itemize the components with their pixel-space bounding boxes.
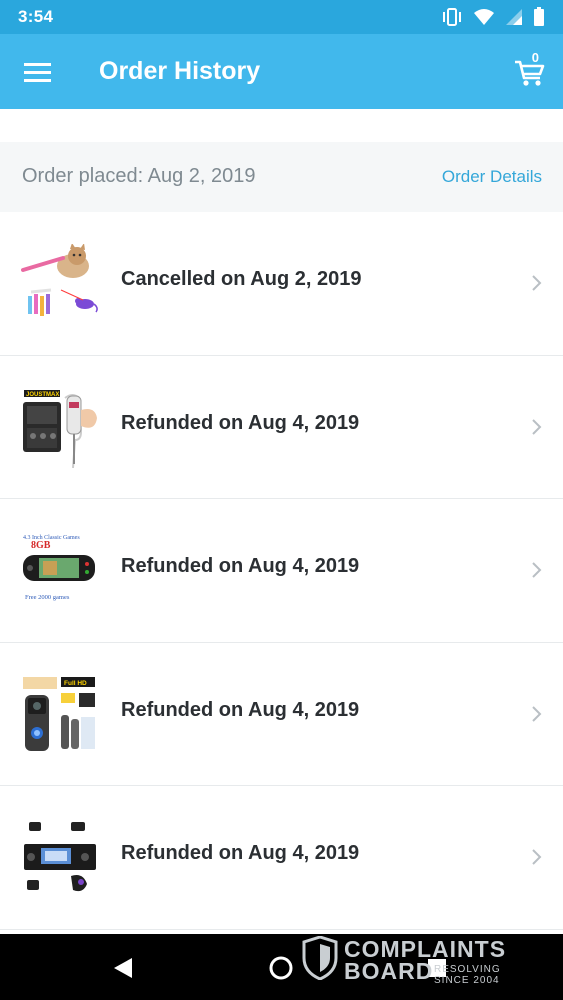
order-details-link[interactable]: Order Details — [442, 167, 542, 187]
order-item-list: Cancelled on Aug 2, 2019 JOUSTMAX Refund… — [0, 212, 563, 930]
order-item-status: Refunded on Aug 4, 2019 — [121, 842, 360, 864]
order-item-status: Refunded on Aug 4, 2019 — [121, 411, 360, 434]
vibrate-icon — [443, 8, 461, 26]
status-bar: 3:54 — [0, 0, 563, 34]
watermark-line-3: RESOLVING SINCE 2004 — [434, 964, 501, 986]
chevron-right-icon — [532, 849, 542, 865]
shield-logo-icon — [302, 936, 338, 980]
order-header: Order placed: Aug 2, 2019 Order Details — [0, 142, 563, 212]
cart-button[interactable]: 0 — [513, 50, 547, 88]
order-item-row[interactable]: Full HD Refunded on Aug 4, 2019 — [0, 642, 563, 786]
order-item-status: Refunded on Aug 4, 2019 — [121, 555, 360, 577]
status-icons — [441, 6, 545, 28]
svg-text:Free 2000 games: Free 2000 games — [25, 594, 70, 601]
chevron-right-icon — [532, 562, 542, 578]
watermark: COMPLAINTS BOARD RESOLVING SINCE 2004 — [302, 936, 532, 986]
svg-text:Full HD: Full HD — [64, 680, 87, 687]
chevron-right-icon — [532, 275, 542, 291]
order-placed-date: Order placed: Aug 2, 2019 — [22, 165, 256, 187]
order-item-row[interactable]: JOUSTMAX Refunded on Aug 4, 2019 — [0, 355, 563, 499]
order-item-row[interactable]: 4.3 Inch Classic Games 8GB Free 2000 gam… — [0, 499, 563, 643]
order-item-status: Cancelled on Aug 2, 2019 — [121, 268, 362, 290]
wifi-icon — [474, 9, 494, 25]
order-item-status: Refunded on Aug 4, 2019 — [121, 698, 360, 721]
status-time: 3:54 — [18, 7, 54, 26]
hamburger-menu-icon — [24, 63, 51, 82]
app-bar: Order History 0 — [0, 34, 563, 109]
watermark-line-2: BOARD — [344, 958, 434, 984]
signal-icon — [506, 9, 522, 25]
cat-laser-toy-thumbnail — [21, 244, 99, 324]
shopping-cart-icon — [515, 60, 545, 86]
chevron-right-icon — [532, 418, 542, 435]
order-item-row[interactable]: Refunded on Aug 4, 2019 — [0, 786, 563, 930]
page-title: Order History — [99, 57, 261, 85]
chevron-right-icon — [532, 705, 542, 722]
home-icon[interactable] — [269, 956, 293, 980]
screwdriver-kit-thumbnail: JOUSTMAX — [21, 387, 99, 468]
battery-icon — [534, 7, 544, 26]
menu-button[interactable] — [20, 54, 56, 90]
car-stereo-thumbnail — [21, 818, 99, 898]
game-console-thumbnail: 4.3 Inch Classic Games 8GB Free 2000 gam… — [21, 531, 99, 611]
svg-text:8GB: 8GB — [31, 540, 51, 551]
content-top-spacer — [0, 109, 563, 142]
order-item-row[interactable]: Cancelled on Aug 2, 2019 — [0, 212, 563, 356]
back-icon[interactable] — [112, 956, 134, 980]
svg-text:JOUSTMAX: JOUSTMAX — [26, 392, 59, 398]
video-doorbell-thumbnail: Full HD — [21, 674, 99, 755]
